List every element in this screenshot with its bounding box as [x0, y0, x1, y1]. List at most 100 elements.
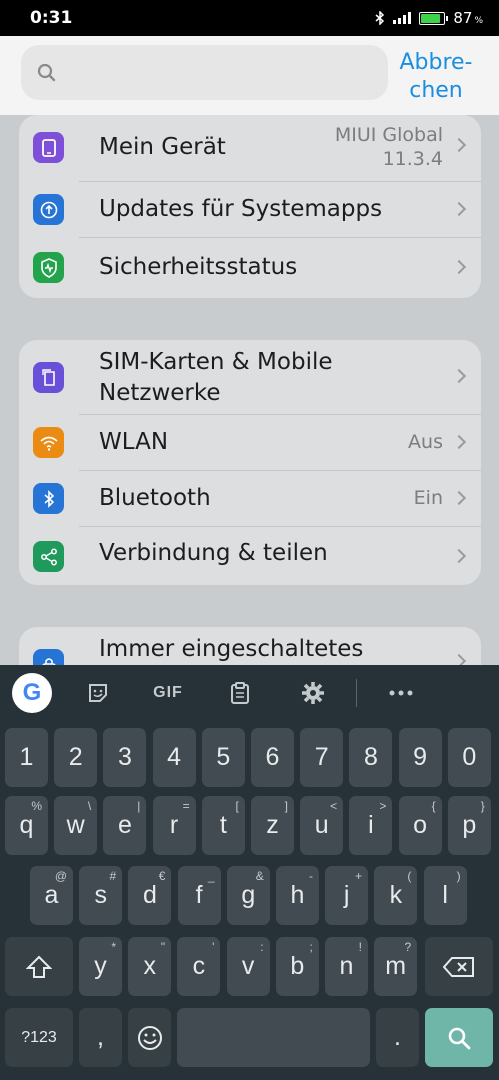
key-hint: {: [431, 799, 436, 813]
key-v[interactable]: v:: [226, 937, 270, 996]
settings-group-1: Mein Gerät MIUI Global 11.3.4 Updates fü…: [19, 115, 481, 298]
key-hint: +: [355, 869, 363, 883]
key-hint: [: [235, 799, 239, 813]
key-hint: #: [109, 869, 117, 883]
symbols-key[interactable]: ?123: [5, 1008, 73, 1067]
key-label: 0: [462, 743, 477, 771]
key-s[interactable]: s #: [79, 866, 123, 925]
key-f[interactable]: f _: [177, 866, 221, 925]
key-hint: >: [379, 799, 387, 813]
key-label: y: [94, 952, 107, 980]
key-3[interactable]: 3: [103, 728, 147, 787]
backspace-key[interactable]: [425, 937, 493, 996]
key-h[interactable]: h-: [276, 866, 319, 925]
key-y[interactable]: y *: [79, 937, 122, 996]
settings-item-label: Updates für Systemapps: [99, 196, 383, 222]
key-z[interactable]: z]: [251, 796, 294, 855]
key-hint: (: [407, 869, 412, 883]
key-hint: }: [480, 799, 485, 813]
settings-item-label: Bluetooth: [99, 485, 211, 511]
settings-group-2: SIM-Karten & Mobile Netzwerke WLAN Aus B…: [19, 340, 481, 585]
keyboard-toolbar: G GIF: [0, 665, 499, 721]
search-action-key[interactable]: [425, 1008, 493, 1067]
key-g[interactable]: g &: [226, 866, 270, 925]
more-icon[interactable]: [383, 675, 419, 711]
settings-item-bluetooth[interactable]: Bluetooth Ein: [19, 471, 481, 526]
key-p[interactable]: p}: [447, 796, 491, 855]
key-r[interactable]: r =: [152, 796, 196, 855]
gear-icon[interactable]: [295, 675, 331, 711]
search-header: Abbre- chen: [0, 36, 499, 115]
key-hint: *: [111, 940, 116, 954]
settings-item-my-device[interactable]: Mein Gerät MIUI Global 11.3.4: [19, 115, 481, 181]
key-label: h: [290, 881, 305, 909]
key-t[interactable]: t[: [201, 796, 245, 855]
key-label: 9: [413, 743, 428, 771]
key-b[interactable]: b;: [275, 937, 319, 996]
key-hint: ": [160, 940, 166, 954]
settings-item-sim-networks[interactable]: SIM-Karten & Mobile Netzwerke: [19, 340, 481, 414]
chevron-right-icon: [451, 201, 467, 217]
key-1[interactable]: 1: [5, 728, 48, 787]
key-0[interactable]: 0: [447, 728, 491, 787]
key-j[interactable]: j +: [325, 866, 369, 925]
settings-item-wlan[interactable]: WLAN Aus: [19, 415, 481, 470]
settings-item-label: Immer eingeschaltetes: [99, 636, 364, 662]
comma-key[interactable]: ,: [79, 1008, 122, 1067]
key-label: i: [368, 811, 374, 839]
settings-item-always-on[interactable]: Immer eingeschaltetes: [19, 627, 481, 665]
key-5[interactable]: 5: [201, 728, 245, 787]
key-9[interactable]: 9: [398, 728, 442, 787]
key-label: z: [266, 811, 279, 839]
emoji-key[interactable]: [128, 1008, 171, 1067]
key-m[interactable]: m?: [374, 937, 418, 996]
sticker-icon[interactable]: [80, 675, 116, 711]
key-q[interactable]: q%: [5, 796, 48, 855]
space-key[interactable]: [177, 1008, 370, 1067]
key-2[interactable]: 2: [54, 728, 98, 787]
key-o[interactable]: o{: [398, 796, 442, 855]
shield-icon: [33, 252, 64, 283]
key-label: v: [241, 952, 255, 980]
key-x[interactable]: x ": [128, 937, 172, 996]
search-box[interactable]: [21, 45, 388, 100]
key-label: m: [385, 952, 407, 980]
key-w[interactable]: w \: [54, 796, 98, 855]
key-i[interactable]: i >: [349, 796, 393, 855]
key-n[interactable]: n!: [325, 937, 368, 996]
clipboard-icon[interactable]: [222, 675, 258, 711]
google-icon[interactable]: G: [12, 673, 52, 713]
cancel-button[interactable]: Abbre- chen: [396, 49, 476, 105]
search-input[interactable]: [69, 45, 369, 100]
settings-item-label: Verbindung & teilen: [99, 540, 328, 566]
key-a[interactable]: a @: [30, 866, 73, 925]
key-c[interactable]: c ': [177, 937, 221, 996]
shift-key[interactable]: [5, 937, 73, 996]
chevron-right-icon: [451, 434, 467, 450]
key-hint: ': [212, 940, 215, 954]
key-label: a: [44, 881, 59, 909]
key-8[interactable]: 8: [349, 728, 393, 787]
key-u[interactable]: u <: [300, 796, 344, 855]
settings-item-system-updates[interactable]: Updates für Systemapps: [19, 182, 481, 237]
gif-button[interactable]: GIF: [148, 675, 188, 711]
keyboard: G GIF 1 2 3 4 5 6 7 8 9 0 q% w \ e | r = t[z] u < i > o{p} a @ s #…: [0, 665, 499, 1080]
status-bar: 0:31 87%: [0, 0, 499, 36]
key-l[interactable]: l): [423, 866, 467, 925]
key-label: q: [19, 811, 34, 839]
chevron-right-icon: [451, 490, 467, 506]
settings-item-security-status[interactable]: Sicherheitsstatus: [19, 238, 481, 296]
key-k[interactable]: k(: [374, 866, 418, 925]
period-key[interactable]: .: [376, 1008, 419, 1067]
key-e[interactable]: e |: [103, 796, 147, 855]
key-6[interactable]: 6: [251, 728, 294, 787]
chevron-right-icon: [451, 259, 467, 275]
key-7[interactable]: 7: [300, 728, 344, 787]
key-label: 2: [68, 743, 83, 771]
key-d[interactable]: d €: [128, 866, 172, 925]
settings-item-connection-sharing[interactable]: Verbindung & teilen: [19, 527, 481, 585]
key-label: 3: [117, 743, 132, 771]
key-hint: _: [207, 869, 215, 883]
key-4[interactable]: 4: [152, 728, 196, 787]
key-hint: &: [255, 869, 264, 883]
